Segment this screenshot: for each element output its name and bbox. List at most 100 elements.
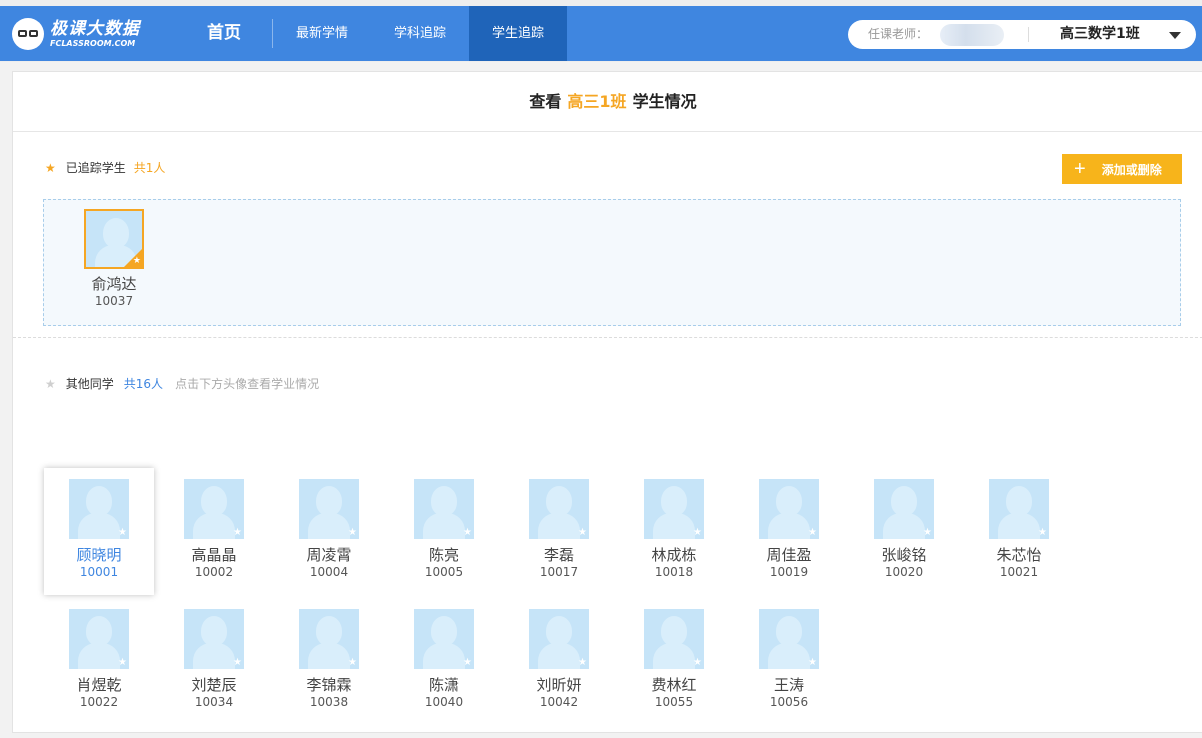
- teacher-class-selector: 任课老师： 高三数学1班: [848, 20, 1196, 49]
- student-card[interactable]: ★ 李磊 10017: [504, 479, 614, 580]
- page-title: 查看 高三1班 学生情况: [13, 72, 1202, 132]
- student-card[interactable]: ★ 刘昕妍 10042: [504, 609, 614, 710]
- student-panel: 查看 高三1班 学生情况 ★ 已追踪学生 共1人 + 添加或删除 ★ 俞鸿达 100…: [12, 71, 1202, 733]
- star-icon[interactable]: ★: [348, 658, 357, 668]
- star-icon: ★: [132, 256, 141, 266]
- student-id: 10056: [769, 695, 809, 709]
- student-card[interactable]: ★ 费林红 10055: [619, 609, 729, 710]
- student-card[interactable]: ★ 周佳盈 10019: [734, 479, 844, 580]
- student-card[interactable]: ★ 陈潇 10040: [389, 609, 499, 710]
- student-card[interactable]: ★ 林成栋 10018: [619, 479, 729, 580]
- student-avatar: ★: [84, 209, 144, 269]
- student-avatar: ★: [874, 479, 934, 539]
- student-name: 费林红: [651, 676, 697, 694]
- student-id: 10034: [194, 695, 234, 709]
- student-avatar: ★: [529, 479, 589, 539]
- nav-divider: [272, 19, 273, 48]
- student-card[interactable]: ★ 李锦霖 10038: [274, 609, 384, 710]
- student-id: 10002: [194, 565, 234, 579]
- mascot-icon: [12, 18, 44, 50]
- star-icon[interactable]: ★: [923, 528, 932, 538]
- tracked-section-title: ★ 已追踪学生 共1人: [45, 160, 166, 175]
- student-card[interactable]: ★ 张峻铭 10020: [849, 479, 959, 580]
- student-id: 10019: [769, 565, 809, 579]
- student-name: 肖煜乾: [76, 676, 122, 694]
- student-name: 李磊: [543, 546, 574, 564]
- star-icon[interactable]: ★: [808, 658, 817, 668]
- star-icon[interactable]: ★: [693, 658, 702, 668]
- student-avatar: ★: [414, 479, 474, 539]
- nav-home[interactable]: 首页: [196, 6, 252, 61]
- student-id: 10017: [539, 565, 579, 579]
- brand-logo[interactable]: 极课大数据 FCLASSROOM.COM: [12, 16, 140, 52]
- student-avatar: ★: [989, 479, 1049, 539]
- nav-bar: 极课大数据 FCLASSROOM.COM 首页 最新学情 学科追踪 学生追踪 任…: [0, 6, 1202, 61]
- student-name: 林成栋: [651, 546, 697, 564]
- student-card[interactable]: ★ 周凌霄 10004: [274, 479, 384, 580]
- student-name: 张峻铭: [881, 546, 927, 564]
- nav-student-tracking[interactable]: 学生追踪: [469, 6, 567, 61]
- student-avatar: ★: [69, 609, 129, 669]
- student-id: 10040: [424, 695, 464, 709]
- student-avatar: ★: [759, 479, 819, 539]
- student-name: 陈亮: [428, 546, 459, 564]
- teacher-name-redacted: [940, 24, 1004, 46]
- student-id: 10021: [999, 565, 1039, 579]
- student-name: 刘昕妍: [536, 676, 582, 694]
- others-hint: 点击下方头像查看学业情况: [175, 377, 320, 391]
- star-icon[interactable]: ★: [118, 528, 127, 538]
- selector-divider: [1028, 27, 1029, 42]
- student-avatar: ★: [644, 609, 704, 669]
- student-name: 王涛: [773, 676, 804, 694]
- student-avatar: ★: [69, 479, 129, 539]
- star-icon[interactable]: ★: [578, 528, 587, 538]
- student-avatar: ★: [184, 479, 244, 539]
- student-avatar: ★: [184, 609, 244, 669]
- brand-name: 极课大数据: [50, 18, 140, 39]
- student-card[interactable]: ★ 肖煜乾 10022: [44, 609, 154, 710]
- nav-subject-tracking[interactable]: 学科追踪: [383, 6, 457, 61]
- star-icon[interactable]: ★: [578, 658, 587, 668]
- student-id: 10022: [79, 695, 119, 709]
- star-icon[interactable]: ★: [693, 528, 702, 538]
- star-icon[interactable]: ★: [233, 658, 242, 668]
- student-name: 刘楚辰: [191, 676, 237, 694]
- student-name: 俞鸿达: [91, 275, 137, 293]
- tracked-count: 共1人: [133, 161, 166, 175]
- student-id: 10038: [309, 695, 349, 709]
- star-icon[interactable]: ★: [463, 658, 472, 668]
- student-avatar: ★: [759, 609, 819, 669]
- star-icon[interactable]: ★: [463, 528, 472, 538]
- student-card[interactable]: ★ 朱芯怡 10021: [964, 479, 1074, 580]
- class-select[interactable]: 高三数学1班: [1060, 20, 1140, 49]
- add-or-remove-button[interactable]: + 添加或删除: [1062, 154, 1182, 184]
- star-icon[interactable]: ★: [1038, 528, 1047, 538]
- tracked-student-card[interactable]: ★ 俞鸿达 10037: [59, 209, 169, 309]
- teacher-label: 任课老师：: [868, 27, 929, 41]
- star-icon[interactable]: ★: [808, 528, 817, 538]
- student-card[interactable]: ★ 王涛 10056: [734, 609, 844, 710]
- star-icon[interactable]: ★: [348, 528, 357, 538]
- tracked-students-area: ★ 俞鸿达 10037: [43, 199, 1181, 326]
- nav-latest-learning[interactable]: 最新学情: [285, 6, 359, 61]
- student-card[interactable]: ★ 陈亮 10005: [389, 479, 499, 580]
- student-name: 李锦霖: [306, 676, 352, 694]
- others-count: 共16人: [123, 377, 164, 391]
- plus-icon: +: [1074, 158, 1086, 180]
- student-id: 10055: [654, 695, 694, 709]
- student-id: 10004: [309, 565, 349, 579]
- student-id: 10005: [424, 565, 464, 579]
- section-divider: [13, 337, 1202, 338]
- student-card[interactable]: ★ 刘楚辰 10034: [159, 609, 269, 710]
- student-card[interactable]: ★ 高晶晶 10002: [159, 479, 269, 580]
- student-id: 10042: [539, 695, 579, 709]
- star-icon[interactable]: ★: [233, 528, 242, 538]
- caret-down-icon[interactable]: [1169, 32, 1181, 39]
- others-section-title: ★ 其他同学 共16人 点击下方头像查看学业情况: [45, 376, 320, 391]
- star-icon[interactable]: ★: [118, 658, 127, 668]
- student-card[interactable]: ★ 顾晓明 10001: [44, 468, 154, 595]
- student-name: 高晶晶: [191, 546, 237, 564]
- brand-domain: FCLASSROOM.COM: [50, 38, 136, 48]
- student-name: 陈潇: [428, 676, 459, 694]
- student-id: 10037: [94, 294, 134, 308]
